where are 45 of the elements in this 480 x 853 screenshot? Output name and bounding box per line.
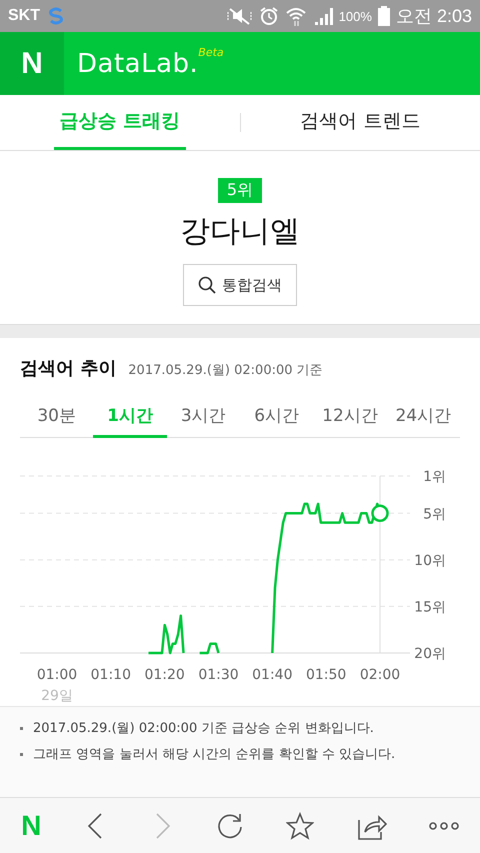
star-icon[interactable] [286, 812, 314, 840]
note-text: 2017.05.29.(월) 02:00:00 기준 급상승 순위 변화입니다. [33, 720, 374, 737]
timestamp: 2017.05.29.(월) 02:00:00 기준 [128, 362, 323, 379]
search-icon [198, 276, 216, 294]
axis-label: 02:00 [360, 667, 400, 683]
rank-badge: 5위 [218, 178, 262, 203]
note-text: 그래프 영역을 눌러서 해당 시간의 순위를 확인할 수 있습니다. [33, 746, 396, 763]
alarm-clock-icon [258, 6, 279, 26]
signal-icon [312, 6, 333, 26]
wifi-icon [284, 6, 307, 26]
axis-label: 15위 [414, 599, 446, 616]
carrier-name: SKT [8, 7, 40, 25]
search-button[interactable]: 통합검색 [183, 264, 297, 306]
clock-time: 오전 2:03 [396, 5, 472, 28]
more-icon[interactable] [428, 820, 459, 830]
period-tab[interactable]: 6시간 [240, 398, 314, 438]
app-title: DataLab. [77, 48, 198, 78]
beta-tag: Beta [198, 46, 224, 58]
battery-icon [378, 6, 390, 26]
keyword-name: 강다니엘 [180, 213, 300, 251]
refresh-icon[interactable] [216, 812, 244, 840]
axis-label: 01:20 [144, 667, 185, 683]
axis-label: 01:40 [252, 667, 293, 683]
s-logo-icon [46, 6, 66, 26]
period-tab[interactable]: 24시간 [386, 398, 460, 438]
period-tab[interactable]: 3시간 [166, 398, 240, 438]
bullet-icon [20, 726, 23, 730]
axis-label: 10위 [414, 552, 446, 569]
naver-logo[interactable]: N [0, 32, 64, 95]
tab[interactable]: 검색어 트렌드 [294, 95, 426, 150]
axis-label: 1위 [423, 469, 446, 485]
period-tab[interactable]: 30분 [20, 398, 94, 438]
battery-level: 100% [338, 8, 372, 24]
bullet-icon [20, 752, 23, 756]
axis-label: 5위 [423, 506, 446, 522]
axis-label: 01:30 [198, 667, 239, 683]
axis-label: 01:00 [36, 667, 78, 683]
data-point-marker [371, 504, 389, 522]
date-label: 29일 [41, 688, 73, 704]
axis-label: 20위 [414, 646, 446, 662]
axis-label: 01:50 [306, 667, 346, 683]
mute-icon [226, 6, 253, 26]
section-title: 검색어 추이 [20, 357, 116, 380]
axis-label: 01:10 [90, 667, 132, 683]
period-tab[interactable]: 12시간 [313, 398, 387, 438]
